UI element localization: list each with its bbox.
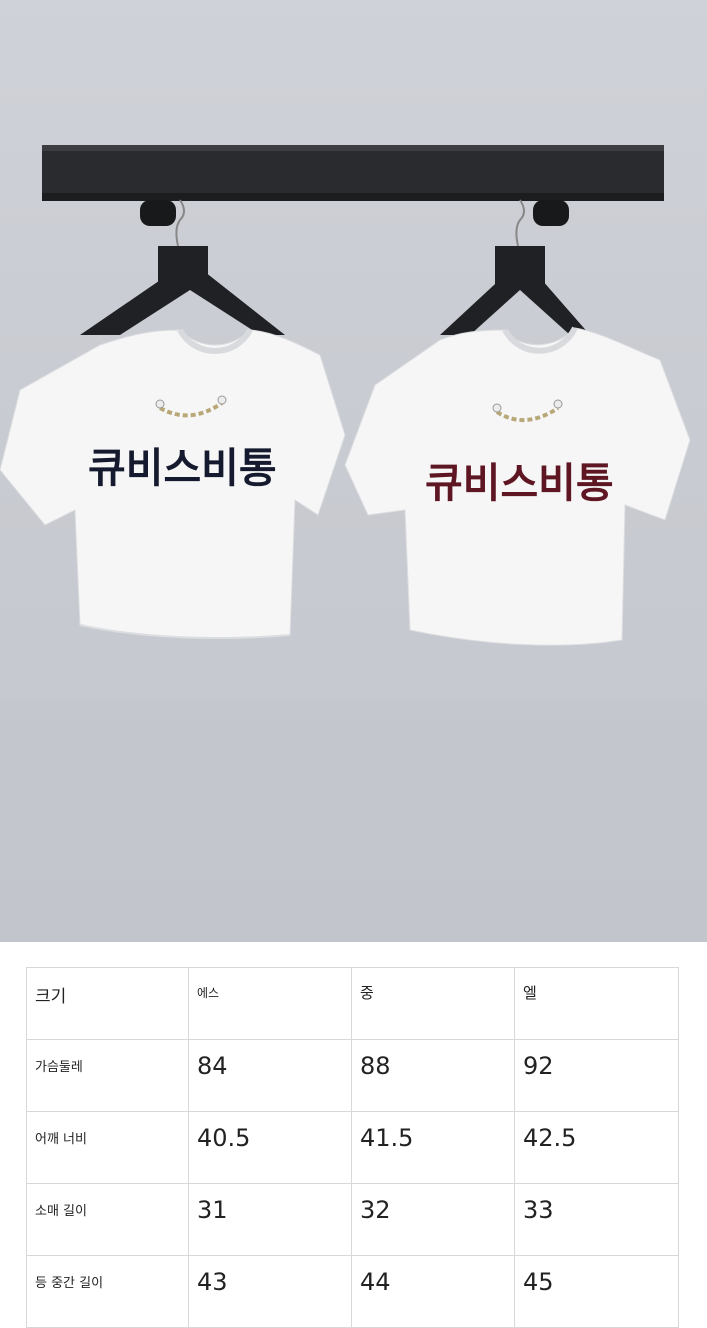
row-label: 가슴둘레 <box>26 1039 189 1112</box>
header-size-m: 중 <box>351 967 515 1040</box>
cell-value: 88 <box>351 1039 515 1112</box>
table-row: 소매 길이 31 32 33 <box>26 1183 679 1256</box>
table-header-row: 크기 에스 중 엘 <box>26 967 679 1040</box>
hanger-left <box>80 199 285 335</box>
header-size-s: 에스 <box>188 967 352 1040</box>
cell-value: 92 <box>514 1039 679 1112</box>
row-label: 등 중간 길이 <box>26 1255 189 1328</box>
table-row: 어깨 너비 40.5 41.5 42.5 <box>26 1111 679 1184</box>
cell-value: 32 <box>351 1183 515 1256</box>
row-label: 어깨 너비 <box>26 1111 189 1184</box>
cell-value: 45 <box>514 1255 679 1328</box>
cell-value: 31 <box>188 1183 352 1256</box>
hanging-rack <box>42 145 664 226</box>
cell-value: 40.5 <box>188 1111 352 1184</box>
cell-value: 33 <box>514 1183 679 1256</box>
shirt-right-print: 큐비스비통 <box>425 459 614 507</box>
cell-value: 43 <box>188 1255 352 1328</box>
size-chart-table: 크기 에스 중 엘 가슴둘레 84 88 92 어깨 너비 40.5 41.5 … <box>26 967 679 1328</box>
cell-value: 44 <box>351 1255 515 1328</box>
cell-value: 84 <box>188 1039 352 1112</box>
cell-value: 41.5 <box>351 1111 515 1184</box>
shirt-left-print: 큐비스비통 <box>88 444 277 492</box>
header-label: 크기 <box>26 967 189 1040</box>
table-row: 가슴둘레 84 88 92 <box>26 1039 679 1112</box>
header-size-l: 엘 <box>514 967 679 1040</box>
product-photo: 큐비스비통 큐비스비통 <box>0 0 707 942</box>
cell-value: 42.5 <box>514 1111 679 1184</box>
row-label: 소매 길이 <box>26 1183 189 1256</box>
table-row: 등 중간 길이 43 44 45 <box>26 1255 679 1328</box>
